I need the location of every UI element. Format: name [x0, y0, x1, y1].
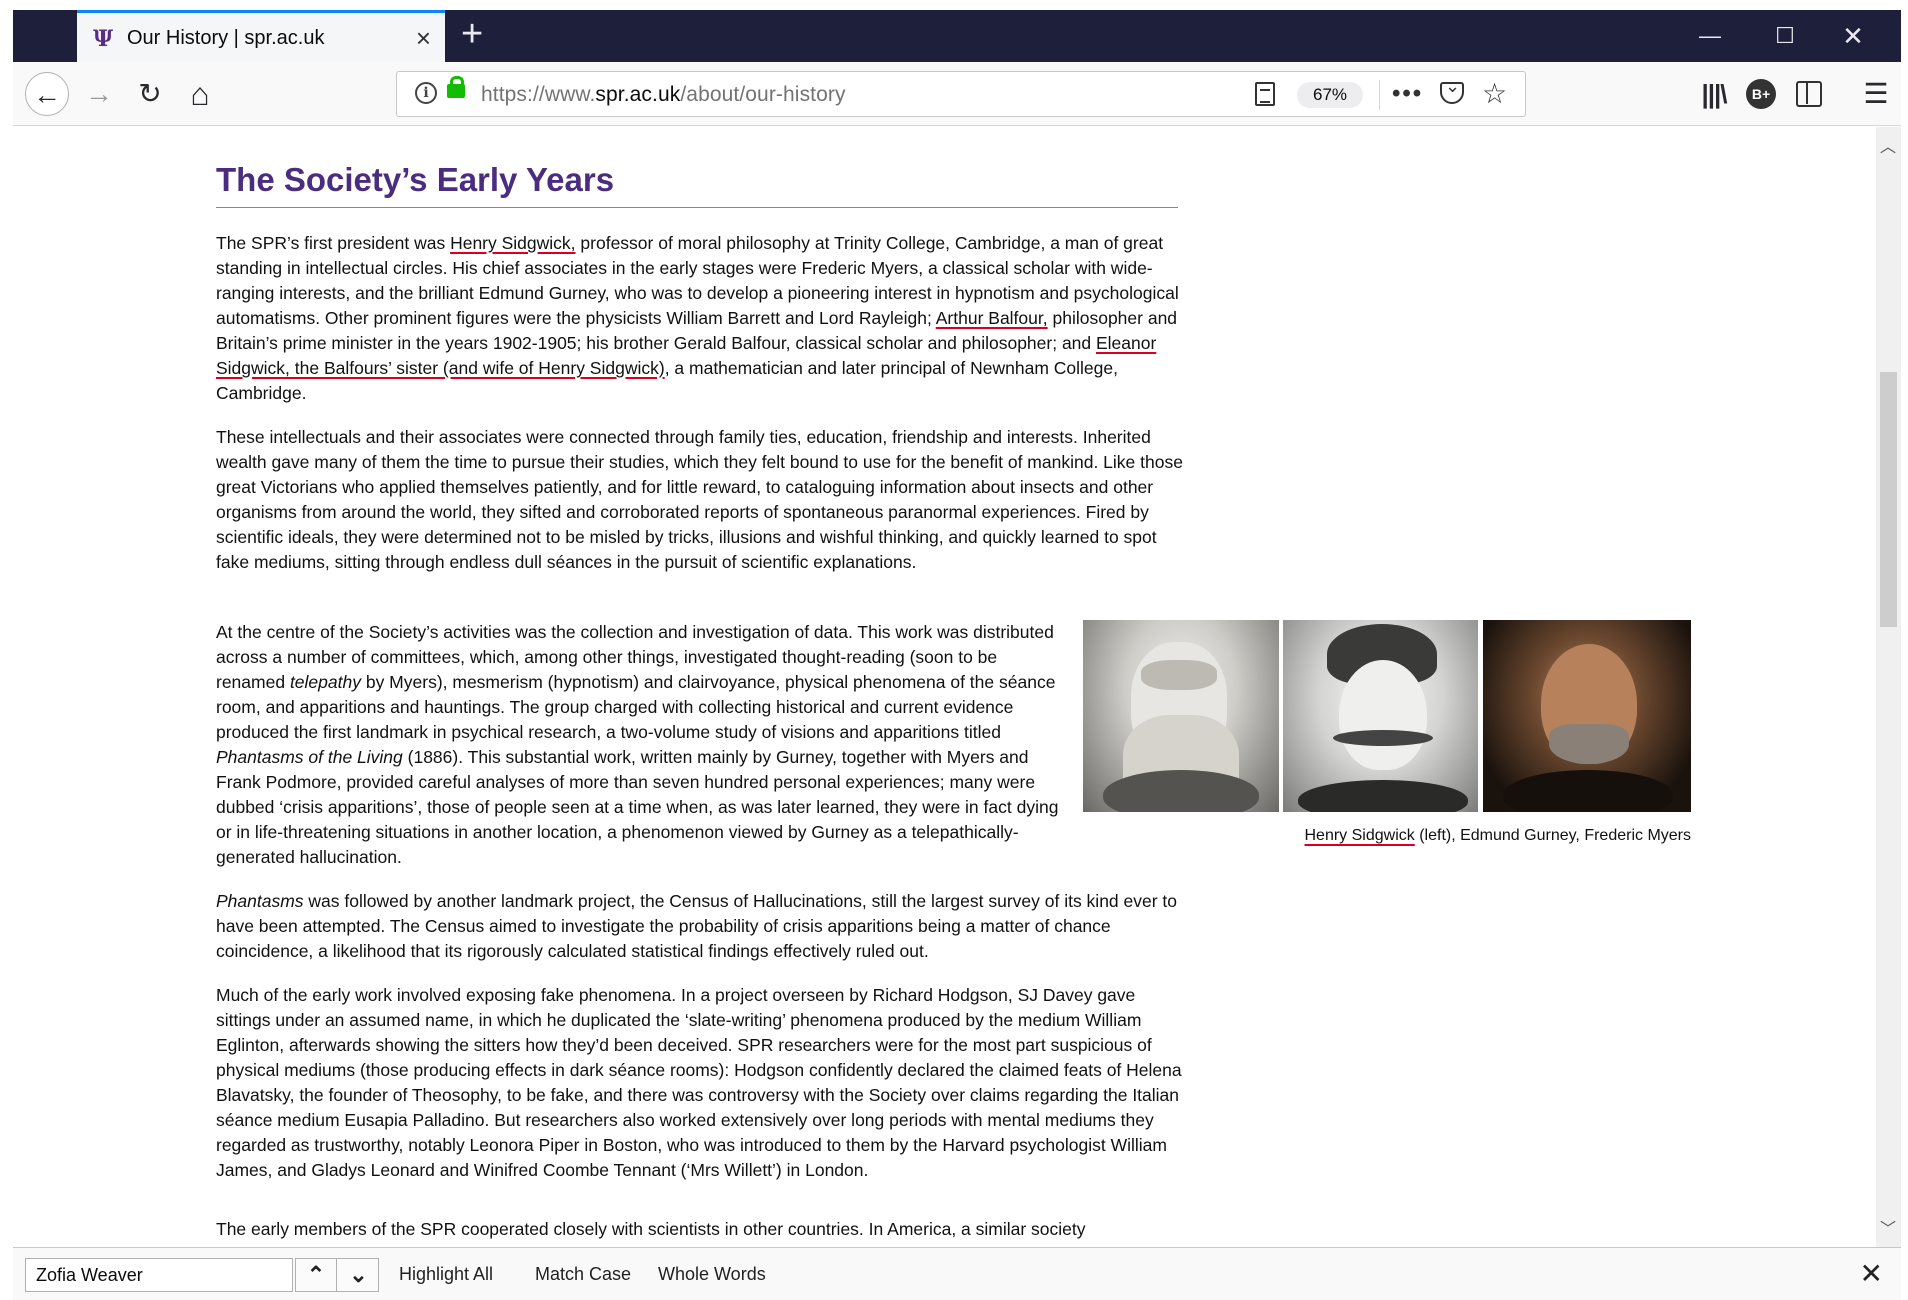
screen-top-edge [0, 0, 1908, 10]
secure-lock-icon[interactable] [447, 76, 465, 98]
paragraph-activities: At the centre of the Society’s activitie… [216, 622, 1059, 867]
scroll-down-arrow-icon[interactable]: ﹀ [1880, 1215, 1896, 1239]
home-button[interactable]: ⌂ [178, 72, 222, 116]
maximize-button[interactable]: ☐ [1760, 10, 1810, 62]
caption-henry-sidgwick-link[interactable]: Henry Sidgwick [1305, 827, 1415, 844]
match-case-toggle[interactable]: Match Case [535, 1264, 631, 1285]
minimize-button[interactable]: — [1685, 10, 1735, 62]
portraits-caption: Henry Sidgwick (left), Edmund Gurney, Fr… [1304, 827, 1692, 844]
spr-favicon-icon: Ψ [93, 26, 114, 52]
sidebar-toggle-icon[interactable] [1796, 81, 1822, 107]
new-tab-plus-icon[interactable]: + [461, 14, 483, 54]
find-previous-button[interactable]: ⌃ [296, 1259, 337, 1291]
highlight-all-toggle[interactable]: Highlight All [399, 1264, 493, 1285]
portrait-frederic-myers [1483, 620, 1691, 812]
find-bar-close-icon[interactable]: ✕ [1860, 1257, 1883, 1291]
zoom-level-badge[interactable]: 67% [1297, 82, 1363, 108]
paragraph-international: The early members of the SPR cooperated … [216, 1219, 1086, 1239]
library-icon[interactable]: |||\ [1696, 74, 1732, 114]
tab-close-icon[interactable]: × [416, 23, 431, 53]
bookmark-star-icon[interactable]: ☆ [1482, 76, 1507, 112]
extension-icon[interactable]: B+ [1746, 79, 1776, 109]
tab-bar: Ψ Our History | spr.ac.uk × + — ☐ ✕ [13, 10, 1901, 62]
page-content: The Society’s Early Years The SPR’s firs… [13, 127, 1876, 1247]
portrait-henry-sidgwick [1083, 620, 1279, 812]
find-next-button[interactable]: ⌄ [338, 1259, 379, 1291]
founders-portraits [1083, 620, 1691, 812]
site-info-icon[interactable]: i [415, 82, 437, 104]
paragraph-fake-phenomena: Much of the early work involved exposing… [216, 985, 1182, 1180]
scrollbar-thumb[interactable] [1880, 372, 1897, 627]
scroll-up-arrow-icon[interactable]: ︿ [1880, 133, 1896, 157]
hamburger-menu-icon[interactable]: ☰ [1861, 74, 1891, 114]
find-bar: ⌃ ⌄ Highlight All Match Case Whole Words… [13, 1247, 1901, 1300]
forward-button[interactable]: → [77, 72, 121, 116]
close-window-button[interactable]: ✕ [1828, 10, 1878, 62]
portrait-edmund-gurney [1283, 620, 1478, 812]
arthur-balfour-link[interactable]: Arthur Balfour, [936, 308, 1048, 328]
navigation-toolbar: ← → ↻ ⌂ i https://www.spr.ac.uk/about/ou… [13, 62, 1901, 126]
find-navigation: ⌃ ⌄ [295, 1258, 379, 1292]
reload-button[interactable]: ↻ [128, 72, 172, 116]
tab-our-history[interactable]: Ψ Our History | spr.ac.uk × [77, 10, 445, 62]
vertical-scrollbar[interactable]: ︿ ﹀ [1876, 127, 1901, 1247]
paragraph-census: Phantasms was followed by another landma… [216, 891, 1178, 961]
henry-sidgwick-link[interactable]: Henry Sidgwick, [450, 233, 575, 253]
paragraph-intellectuals: These intellectuals and their associates… [216, 427, 1183, 572]
pocket-icon[interactable] [1440, 76, 1464, 104]
back-button[interactable]: ← [25, 72, 69, 116]
page-actions-icon[interactable]: ••• [1392, 76, 1423, 112]
reader-view-icon[interactable] [1255, 82, 1275, 106]
tab-title: Our History | spr.ac.uk [127, 27, 325, 49]
whole-words-toggle[interactable]: Whole Words [658, 1264, 766, 1285]
url-text[interactable]: https://www.spr.ac.uk/about/our-history [481, 83, 846, 107]
page-title: The Society’s Early Years [216, 161, 1178, 208]
paragraph-presidents: The SPR’s first president was Henry Sidg… [216, 233, 1179, 403]
url-bar[interactable]: i https://www.spr.ac.uk/about/our-histor… [396, 71, 1526, 117]
url-bar-divider [1379, 80, 1380, 110]
find-input[interactable] [25, 1258, 293, 1292]
